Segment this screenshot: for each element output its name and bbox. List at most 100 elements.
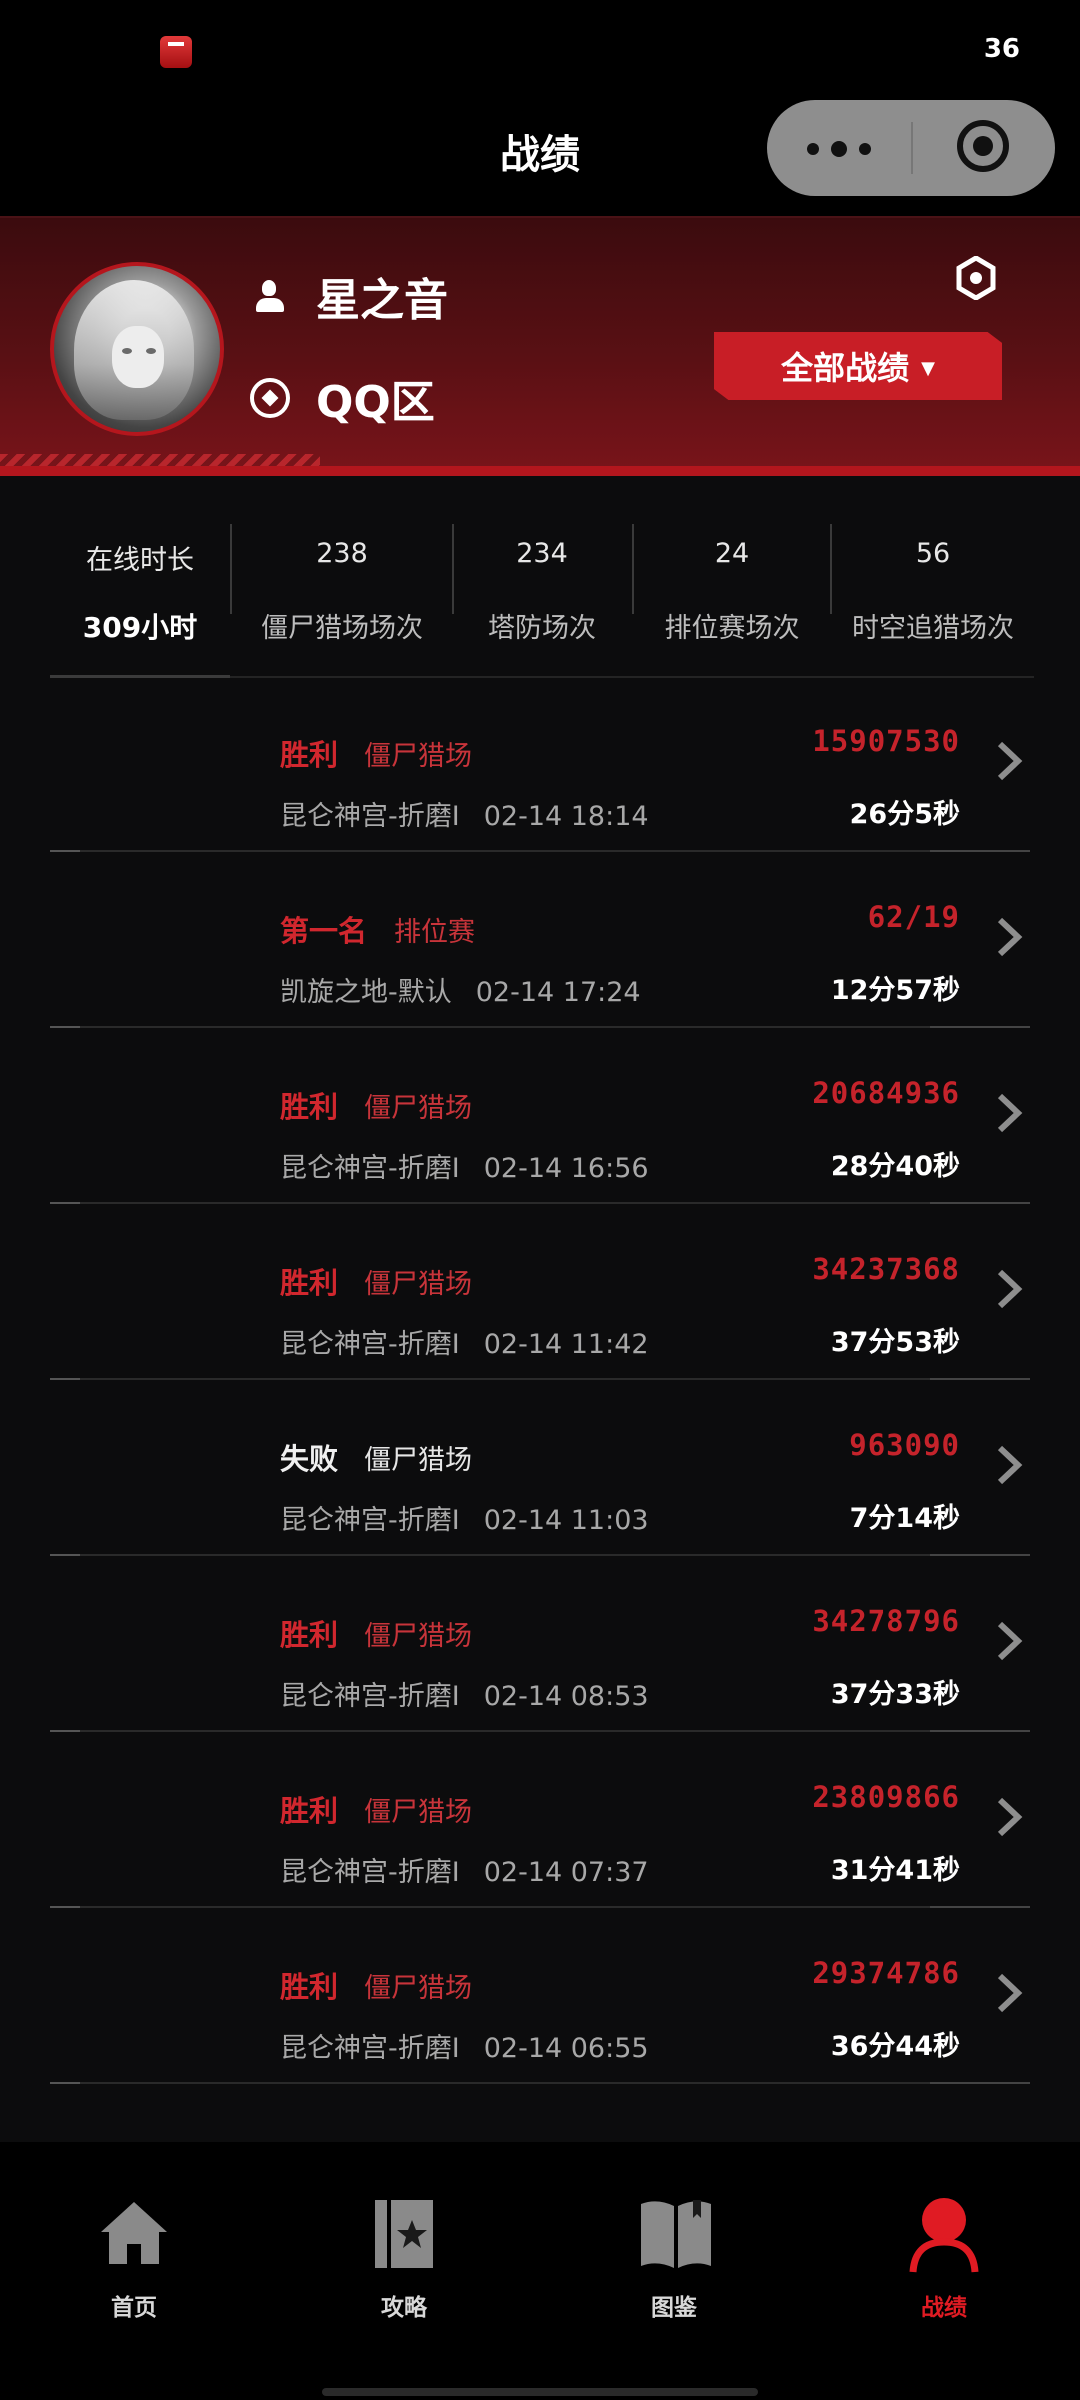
match-time: 02-14 11:03 — [483, 1505, 649, 1536]
stats-summary: 在线时长 309小时 238 僵尸猎场场次 234 塔防场次 24 排位赛场次 … — [50, 520, 1034, 678]
mode-label: 僵尸猎场 — [364, 1269, 472, 1300]
nav-item-guide[interactable]: 攻略 — [314, 2198, 494, 2321]
match-time: 02-14 07:37 — [483, 1857, 649, 1888]
avatar[interactable] — [50, 262, 224, 436]
score-value: 15907530 — [812, 724, 960, 758]
chevron-right-icon[interactable] — [990, 1970, 1030, 2016]
settings-icon[interactable] — [954, 256, 998, 300]
map-and-time: 昆仑神宫-折磨I 02-14 18:14 — [280, 794, 649, 833]
stat-value: 24 — [714, 538, 750, 569]
match-record-row[interactable]: 胜利 僵尸猎场 昆仑神宫-折磨I 02-14 16:56 20684936 28分40秒 — [50, 1028, 1030, 1204]
stat-value: 309小时 — [82, 611, 198, 644]
map-and-time: 凯旋之地-默认 02-14 17:24 — [280, 970, 641, 1009]
nav-label: 首页 — [111, 2295, 157, 2321]
miniapp-capsule — [767, 100, 1055, 196]
map-and-time: 昆仑神宫-折磨I 02-14 11:03 — [280, 1498, 649, 1537]
mode-label: 僵尸猎场 — [364, 1621, 472, 1652]
map-and-time: 昆仑神宫-折磨I 02-14 08:53 — [280, 1674, 649, 1713]
region-icon — [250, 378, 290, 418]
match-time: 02-14 11:42 — [483, 1329, 649, 1360]
chevron-right-icon[interactable] — [990, 1266, 1030, 1312]
match-time: 02-14 18:14 — [483, 801, 649, 832]
match-record-row[interactable]: 胜利 僵尸猎场 昆仑神宫-折磨I 02-14 06:55 29374786 36分44秒 — [50, 1908, 1030, 2084]
book-icon — [641, 2200, 711, 2268]
result-label: 胜利 — [280, 1794, 339, 1828]
match-record-list: 胜利 僵尸猎场 昆仑神宫-折磨I 02-14 18:14 15907530 26分5秒 第一… — [50, 676, 1030, 2084]
person-icon — [250, 276, 290, 316]
match-record-row[interactable]: 胜利 僵尸猎场 昆仑神宫-折磨I 02-14 07:37 23809866 31分41秒 — [50, 1732, 1030, 1908]
chevron-right-icon[interactable] — [990, 914, 1030, 960]
match-record-row[interactable]: 胜利 僵尸猎场 昆仑神宫-折磨I 02-14 08:53 34278796 37分33秒 — [50, 1556, 1030, 1732]
duration-value: 37分33秒 — [830, 1679, 960, 1710]
region-name: QQ区 — [316, 377, 435, 428]
nav-item-home[interactable]: 首页 — [44, 2198, 224, 2321]
nav-item-codex[interactable]: 图鉴 — [584, 2198, 764, 2321]
profile-icon — [909, 2198, 979, 2273]
chevron-right-icon[interactable] — [990, 1618, 1030, 1664]
match-record-row[interactable]: 第一名 排位赛 凯旋之地-默认 02-14 17:24 62/19 12分57秒 — [50, 852, 1030, 1028]
chevron-right-icon[interactable] — [990, 1794, 1030, 1840]
result-label: 第一名 — [280, 914, 368, 948]
close-miniapp-icon[interactable] — [957, 120, 1009, 172]
app-logo-icon — [160, 36, 192, 68]
chevron-right-icon[interactable] — [990, 1442, 1030, 1488]
home-icon — [101, 2202, 167, 2264]
match-record-row[interactable]: 胜利 僵尸猎场昆仑神宫-折磨I 02-14 18:14 15907530 26分5秒 — [50, 676, 1030, 852]
home-indicator — [322, 2388, 758, 2396]
more-options-icon[interactable] — [807, 138, 917, 160]
stat-zombie-hunt: 238 僵尸猎场场次 — [232, 520, 452, 650]
mode-label: 僵尸猎场 — [364, 1445, 472, 1476]
result-label: 胜利 — [280, 1090, 339, 1124]
stat-label: 塔防场次 — [488, 613, 596, 644]
stat-time-hunt: 56 时空追猎场次 — [832, 520, 1034, 650]
map-and-time: 昆仑神宫-折磨I 02-14 07:37 — [280, 1850, 649, 1889]
map-name: 昆仑神宫-折磨I — [280, 2033, 460, 2064]
score-value: 20684936 — [812, 1076, 960, 1110]
player-name-row: 星之音 — [250, 266, 448, 326]
map-name: 凯旋之地-默认 — [280, 977, 452, 1008]
score-value: 29374786 — [812, 1956, 960, 1990]
map-and-time: 昆仑神宫-折磨I 02-14 11:42 — [280, 1322, 649, 1361]
result-label: 失败 — [280, 1442, 339, 1476]
nav-label: 战绩 — [921, 2295, 967, 2321]
match-time: 02-14 06:55 — [483, 2033, 649, 2064]
chevron-right-icon[interactable] — [990, 1090, 1030, 1136]
result-label: 胜利 — [280, 1618, 339, 1652]
map-name: 昆仑神宫-折磨I — [280, 1329, 460, 1360]
duration-value: 26分5秒 — [849, 799, 960, 830]
score-value: 34237368 — [812, 1252, 960, 1286]
duration-value: 7分14秒 — [849, 1503, 960, 1534]
match-time: 02-14 17:24 — [475, 977, 641, 1008]
stat-label: 在线时长 — [86, 545, 194, 576]
title-bar: 战绩 — [0, 100, 1080, 216]
filter-label: 全部战绩 — [781, 349, 910, 387]
stat-online-time: 在线时长 309小时 — [50, 520, 230, 650]
mode-label: 排位赛 — [394, 917, 475, 948]
stat-value: 56 — [915, 538, 951, 569]
duration-value: 36分44秒 — [830, 2031, 960, 2062]
row-divider-tick — [50, 2082, 80, 2084]
duration-value: 37分53秒 — [830, 1327, 960, 1358]
capsule-divider — [911, 122, 913, 174]
score-value: 963090 — [849, 1428, 960, 1462]
result-label: 胜利 — [280, 1970, 339, 2004]
region-row: QQ区 — [250, 368, 435, 428]
nav-item-records[interactable]: 战绩 — [854, 2198, 1034, 2321]
map-and-time: 昆仑神宫-折磨I 02-14 06:55 — [280, 2026, 649, 2065]
chevron-down-icon: ▼ — [921, 357, 935, 379]
match-record-row[interactable]: 胜利 僵尸猎场 昆仑神宫-折磨I 02-14 11:42 34237368 37分53秒 — [50, 1204, 1030, 1380]
stat-ranked: 24 排位赛场次 — [634, 520, 830, 650]
map-name: 昆仑神宫-折磨I — [280, 1681, 460, 1712]
map-name: 昆仑神宫-折磨I — [280, 1153, 460, 1184]
map-name: 昆仑神宫-折磨I — [280, 1505, 460, 1536]
stat-tower-defense: 234 塔防场次 — [454, 520, 630, 650]
duration-value: 31分41秒 — [830, 1855, 960, 1886]
match-time: 02-14 08:53 — [483, 1681, 649, 1712]
mode-label: 僵尸猎场 — [364, 741, 472, 772]
match-record-row[interactable]: 失败 僵尸猎场昆仑神宫-折磨I 02-14 11:03 963090 7分14秒 — [50, 1380, 1030, 1556]
all-records-filter-button[interactable]: 全部战绩 ▼ — [714, 332, 1002, 400]
mode-label: 僵尸猎场 — [364, 1093, 472, 1124]
stat-label: 排位赛场次 — [664, 613, 800, 644]
result-label: 胜利 — [280, 738, 339, 772]
chevron-right-icon[interactable] — [990, 738, 1030, 784]
